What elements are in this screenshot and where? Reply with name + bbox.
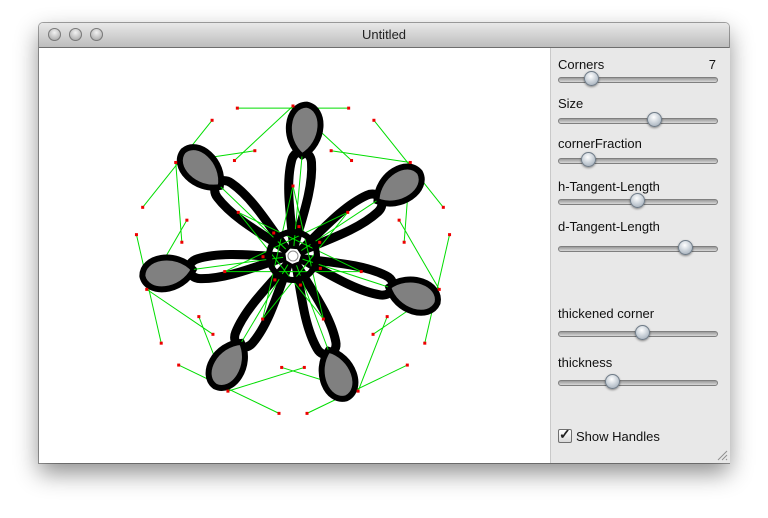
handle-point <box>405 363 409 367</box>
handle-point <box>235 106 239 110</box>
handle-point <box>211 332 215 336</box>
handle-point <box>346 210 350 214</box>
handle-point <box>305 411 309 415</box>
handle-point <box>291 104 295 108</box>
handle-point <box>402 240 406 244</box>
handle-point <box>329 149 333 153</box>
corners-slider-knob[interactable] <box>584 71 599 86</box>
handle-point <box>350 159 354 163</box>
handle-point <box>302 365 306 369</box>
corners-label: Corners <box>558 57 605 72</box>
handle-line <box>175 162 183 243</box>
handle-point <box>223 270 227 274</box>
handle-point <box>318 266 322 270</box>
star-arm <box>176 144 291 255</box>
h-tangent-length-label: h-Tangent-Length <box>558 179 660 194</box>
controls-panel: Corners 7 Size cornerFraction h-Tangent-… <box>550 48 730 463</box>
handle-point <box>232 159 236 163</box>
show-handles-checkbox-row[interactable]: ✓ Show Handles <box>558 426 660 444</box>
d-tangent-length-slider-knob[interactable] <box>678 240 693 255</box>
handle-point <box>226 389 230 393</box>
resize-grip-icon[interactable] <box>717 450 728 461</box>
handle-point <box>347 106 351 110</box>
handle-point <box>159 341 163 345</box>
handle-point <box>423 341 427 345</box>
petal <box>373 163 425 207</box>
handle-point <box>210 118 214 122</box>
thickened-corner-label: thickened corner <box>558 306 655 321</box>
thickness-slider-track[interactable] <box>558 380 718 386</box>
handle-point <box>134 233 138 237</box>
handle-point <box>356 389 360 393</box>
show-handles-checkbox[interactable]: ✓ <box>558 426 572 443</box>
handle-point <box>297 225 301 229</box>
center-dot <box>287 250 299 262</box>
petal <box>285 101 324 161</box>
handle-point <box>372 118 376 122</box>
handle-point <box>261 255 265 259</box>
drawing-canvas[interactable] <box>39 48 550 463</box>
handle-point <box>180 240 184 244</box>
corners-control: Corners 7 <box>558 57 718 86</box>
petal <box>139 254 198 293</box>
handle-point <box>298 283 302 287</box>
handle-point <box>359 270 363 274</box>
handle-point <box>277 411 281 415</box>
thickened-corner-control: thickened corner <box>558 306 718 340</box>
thickness-label: thickness <box>558 355 613 370</box>
size-label: Size <box>558 96 584 111</box>
size-slider-track[interactable] <box>558 118 718 124</box>
handle-point <box>318 240 322 244</box>
handle-point <box>253 149 257 153</box>
d-tangent-length-slider-track[interactable] <box>558 246 718 252</box>
handle-point <box>273 278 277 282</box>
handle-point <box>448 233 452 237</box>
handle-point <box>197 315 201 319</box>
handle-point <box>385 315 389 319</box>
app-window: Untitled Corners 7 Size cornerFraction h… <box>39 23 730 463</box>
handle-point <box>141 205 145 209</box>
show-handles-label: Show Handles <box>576 429 660 444</box>
size-slider-knob[interactable] <box>647 112 662 127</box>
corners-value: 7 <box>708 57 716 72</box>
handle-line <box>331 150 411 163</box>
thickness-control: thickness <box>558 355 718 389</box>
handle-point <box>280 365 284 369</box>
handle-point <box>437 287 441 291</box>
handle-point <box>397 218 401 222</box>
corner-fraction-slider-knob[interactable] <box>581 152 596 167</box>
handle-point <box>174 160 178 164</box>
corner-fraction-label: cornerFraction <box>558 136 642 151</box>
corners-slider-track[interactable] <box>558 77 718 83</box>
h-tangent-length-control: h-Tangent-Length <box>558 179 718 208</box>
handle-point <box>145 287 149 291</box>
d-tangent-length-label: d-Tangent-Length <box>558 219 660 234</box>
title-bar[interactable]: Untitled <box>39 23 729 48</box>
handle-line <box>357 316 388 392</box>
handle-point <box>177 363 181 367</box>
checkmark-icon: ✓ <box>559 426 571 442</box>
handle-point <box>441 205 445 209</box>
handle-point <box>236 210 240 214</box>
handle-point <box>408 160 412 164</box>
handle-point <box>185 218 189 222</box>
handle-point <box>272 231 276 235</box>
window-title: Untitled <box>361 27 407 42</box>
size-control: Size <box>558 96 718 127</box>
handle-point <box>321 317 325 321</box>
h-tangent-length-slider-knob[interactable] <box>630 193 645 208</box>
corner-fraction-control: cornerFraction <box>558 136 718 167</box>
handle-line <box>146 288 214 335</box>
thickened-corner-slider-knob[interactable] <box>635 325 650 340</box>
handle-point <box>291 184 295 188</box>
thickness-slider-knob[interactable] <box>605 374 620 389</box>
handle-point <box>371 332 375 336</box>
d-tangent-length-control: d-Tangent-Length <box>558 219 718 255</box>
handle-point <box>261 317 265 321</box>
star-drawing <box>134 101 452 415</box>
